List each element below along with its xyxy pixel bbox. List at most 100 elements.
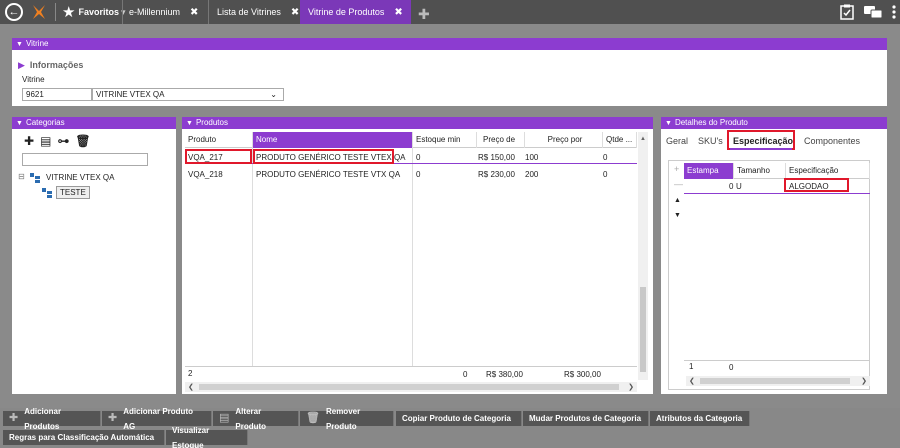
highlight-box (727, 130, 795, 150)
chevron-down-icon: ⌄ (270, 90, 277, 99)
copy-product-category-button[interactable]: Copiar Produto de Categoria (396, 411, 522, 426)
scroll-right-icon[interactable]: ❯ (628, 383, 634, 391)
cell-preco-de: R$ 150,00 (478, 153, 515, 162)
more-vertical-icon[interactable] (892, 5, 896, 19)
column-header[interactable]: Produto (185, 132, 253, 148)
footer-count: 2 (188, 369, 193, 378)
footer-estampa: 0 (729, 363, 734, 372)
cell-nome: PRODUTO GENÉRICO TESTE VTX QA (256, 170, 401, 179)
trash-icon[interactable]: 🗑 (75, 134, 90, 148)
highlight-box (185, 149, 252, 164)
move-products-category-button[interactable]: Mudar Produtos de Categoria (523, 411, 649, 426)
produtos-grid-header: Produto Nome Estoque min Preço de Preço … (185, 132, 637, 148)
column-header[interactable]: Estoque min (413, 132, 477, 148)
scroll-right-icon[interactable]: ❯ (861, 377, 867, 385)
tree-child-label: TESTE (56, 186, 90, 199)
panel-header: ▼ Produtos (182, 117, 653, 129)
footer-count: 1 (689, 362, 694, 371)
scroll-thumb[interactable] (700, 378, 850, 384)
view-stock-button[interactable]: Visualizar Estoque (166, 426, 248, 448)
category-search-input[interactable] (22, 153, 148, 166)
clipboard-icon[interactable] (840, 4, 854, 20)
collapse-icon[interactable]: ⊟ (18, 172, 25, 181)
scroll-left-icon[interactable]: ❮ (188, 383, 194, 391)
auto-classification-rules-button[interactable]: Regras para Classificação Automática (3, 430, 165, 445)
cell-produto: VQA_218 (188, 170, 223, 179)
chat-icon[interactable] (864, 5, 882, 19)
tab-label: Lista de Vitrines (217, 7, 281, 17)
cell-qtde: 0 (603, 170, 608, 179)
column-header[interactable]: Nome (253, 132, 413, 148)
tree-root-label: VITRINE VTEX QA (46, 173, 115, 182)
tab-label: e-Millennium (129, 7, 181, 17)
tab-e-millennium[interactable]: e-Millennium ✖ (122, 0, 198, 24)
footer-preco-de: R$ 380,00 (486, 370, 523, 379)
scroll-thumb[interactable] (640, 287, 646, 372)
column-header[interactable]: Preço de (477, 132, 525, 148)
tree-node-icon (30, 173, 40, 183)
close-icon[interactable]: ✖ (291, 7, 299, 18)
especificacao-grid-header: Estampa Tamanho Especificação (684, 163, 870, 179)
informacoes-label: ▶ Informações (18, 60, 84, 70)
cell-preco-por: 100 (525, 153, 539, 162)
close-icon[interactable]: ✖ (190, 7, 198, 18)
list-edit-icon[interactable]: ▤ (40, 134, 51, 148)
add-row-icon[interactable]: + (674, 164, 679, 174)
cell-tamanho: U (736, 182, 742, 191)
footer-estoque: 0 (463, 370, 468, 379)
cell-preco-de: R$ 230,00 (478, 170, 515, 179)
produtos-scrollbar-v[interactable]: ▲ (638, 132, 648, 380)
vitrine-code-input[interactable]: 9621 (22, 88, 92, 101)
scroll-left-icon[interactable]: ❮ (689, 377, 695, 385)
tree-icon[interactable]: ⊶ (57, 134, 69, 148)
new-tab-icon[interactable]: ✚ (418, 6, 430, 23)
star-icon[interactable]: ★ (62, 3, 75, 21)
add-icon: ✚ (9, 412, 19, 424)
tab-geral[interactable]: Geral (666, 136, 688, 146)
active-tab-underline (730, 148, 792, 150)
column-header[interactable]: Especificação (786, 163, 870, 179)
especificacao-scrollbar-h[interactable]: ❮ ❯ (686, 376, 870, 386)
millennium-logo-icon (31, 3, 47, 21)
tab-vitrine-de-produtos[interactable]: Vitrine de Produtos ✖ (300, 0, 411, 24)
tab-lista-de-vitrines[interactable]: Lista de Vitrines ✖ (208, 0, 299, 24)
add-icon: ✚ (108, 412, 118, 424)
tab-label: Vitrine de Produtos (308, 7, 385, 17)
favorites-menu[interactable]: Favoritos ▾ (78, 7, 125, 18)
category-attributes-button[interactable]: Atributos da Categoria (650, 411, 750, 426)
add-products-button[interactable]: ✚ Adicionar Produtos (3, 407, 101, 431)
column-header[interactable]: Estampa (684, 163, 734, 179)
scroll-thumb[interactable] (199, 384, 619, 390)
panel-header: ▼ Vitrine (12, 38, 887, 50)
cell-estampa: 0 (729, 182, 734, 191)
remove-row-icon[interactable]: — (674, 179, 683, 189)
remove-product-button[interactable]: 🗑 Remover Produto (300, 407, 394, 431)
panel-header: ▼ Detalhes do Produto (661, 117, 887, 129)
category-toolbar: ✚ ▤ ⊶ 🗑 (24, 134, 91, 148)
tree-node-icon (42, 188, 52, 198)
highlight-box (784, 178, 849, 192)
vitrine-name-select[interactable]: VITRINE VTEX QA ⌄ (92, 88, 284, 101)
top-right-icons (840, 4, 896, 20)
add-icon[interactable]: ✚ (24, 134, 34, 148)
move-down-icon[interactable]: ▼ (674, 212, 681, 219)
footer-preco-por: R$ 300,00 (564, 370, 601, 379)
cell-estoque: 0 (416, 170, 421, 179)
column-header[interactable]: Qtde ... (603, 132, 637, 148)
tree-child[interactable]: TESTE (40, 186, 90, 200)
trash-icon: 🗑 (306, 412, 320, 424)
column-header[interactable]: Tamanho (734, 163, 786, 179)
close-icon[interactable]: ✖ (394, 7, 402, 18)
move-up-icon[interactable]: ▲ (674, 197, 681, 204)
tree-root[interactable]: ⊟ VITRINE VTEX QA (16, 172, 174, 184)
back-icon[interactable]: ← (5, 3, 23, 21)
tab-componentes[interactable]: Componentes (804, 136, 860, 146)
column-header[interactable]: Preço por (525, 132, 603, 148)
especificacao-grid (668, 160, 870, 390)
scroll-up-icon[interactable]: ▲ (640, 136, 646, 142)
cell-estoque: 0 (416, 153, 421, 162)
tab-skus[interactable]: SKU's (698, 136, 723, 146)
produtos-scrollbar-h[interactable]: ❮ ❯ (185, 382, 637, 392)
cell-preco-por: 200 (525, 170, 539, 179)
panel-header: ▼ Categorias (12, 117, 176, 129)
